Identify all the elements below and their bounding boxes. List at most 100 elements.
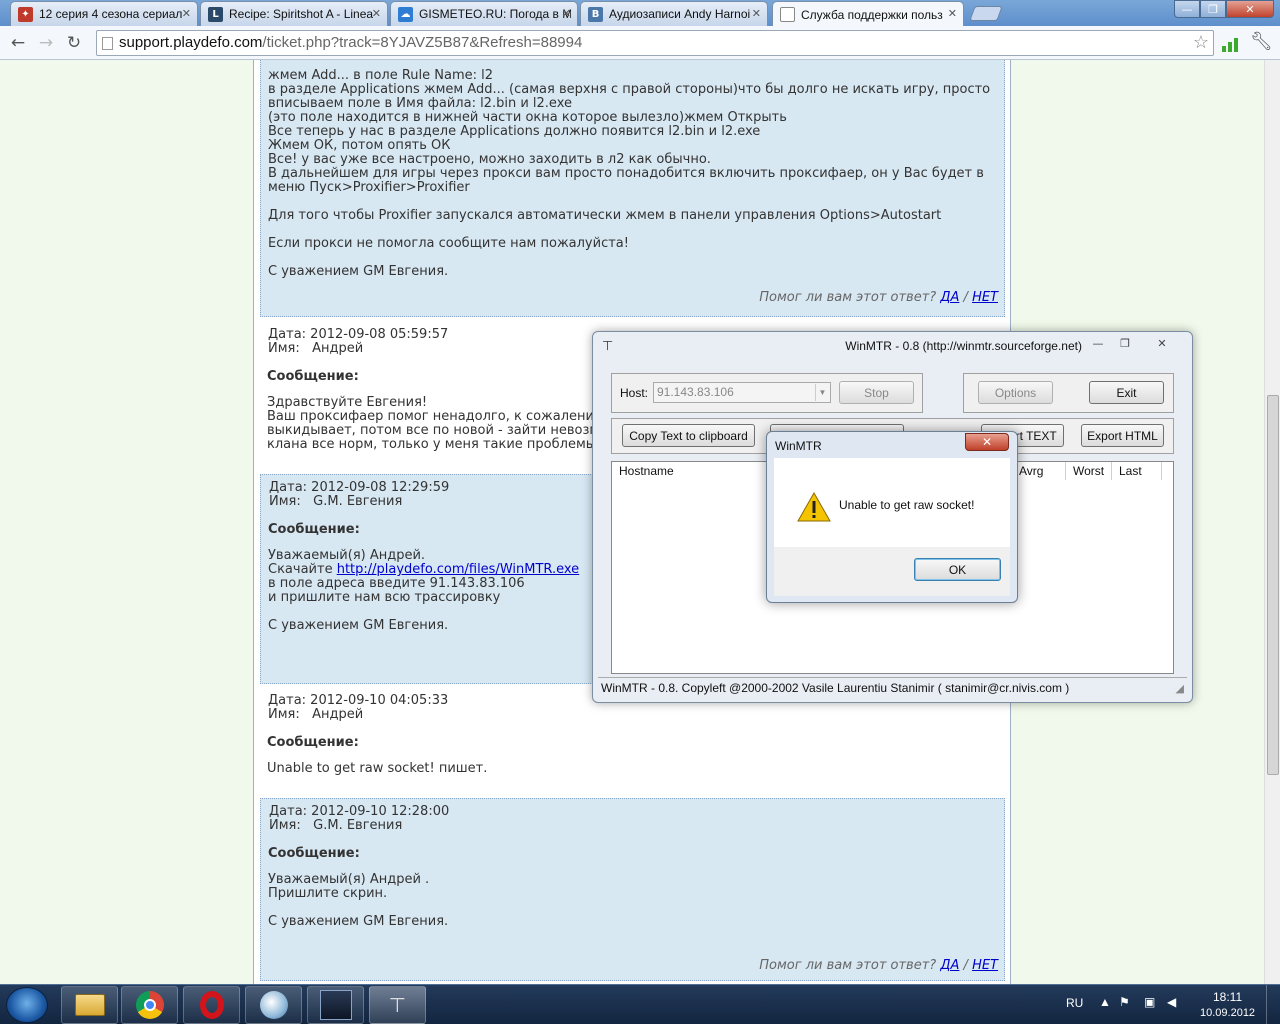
start-button[interactable]: [6, 987, 48, 1023]
stop-button[interactable]: Stop: [839, 381, 914, 404]
taskbar-lineage[interactable]: [307, 986, 364, 1024]
warning-icon: [797, 492, 831, 522]
winmtr-status-bar: WinMTR - 0.8. Copyleft @2000-2002 Vasile…: [598, 677, 1187, 697]
forward-button[interactable]: →: [34, 31, 58, 55]
chevron-down-icon[interactable]: ▼: [815, 384, 829, 401]
puzzle-icon: ✦: [18, 7, 33, 22]
message-body: Unable to get raw socket! пишет.: [267, 761, 488, 776]
column-last[interactable]: Last: [1112, 462, 1162, 480]
tab-title: Служба поддержки польз: [801, 7, 943, 22]
close-icon[interactable]: ✕: [562, 7, 571, 20]
page-icon: [102, 37, 113, 50]
helpful-no-link[interactable]: НЕТ: [972, 290, 998, 305]
clock-time[interactable]: 18:11: [1213, 990, 1242, 1004]
reload-button[interactable]: ↻: [62, 31, 86, 55]
ok-button[interactable]: OK: [914, 558, 1001, 581]
helpful-prompt: Помог ли вам этот ответ? ДА / НЕТ: [759, 959, 998, 973]
tab-3[interactable]: ☁ GISMETEO.RU: Погода в М ✕: [390, 1, 578, 26]
author-name: Андрей: [312, 341, 364, 356]
back-button[interactable]: ←: [6, 31, 30, 55]
reload-icon: ↻: [66, 33, 82, 53]
dialog-close-button[interactable]: ✕: [965, 433, 1009, 451]
language-indicator[interactable]: RU: [1066, 996, 1083, 1010]
clock-date[interactable]: 10.09.2012: [1200, 1007, 1255, 1019]
bookmark-star-icon[interactable]: ☆: [1193, 32, 1209, 53]
column-avrg[interactable]: Avrg: [1012, 462, 1066, 480]
browser-toolbar: ← → ↻ support.playdefo.com/ticket.php?tr…: [0, 26, 1280, 60]
name-label: Имя:: [269, 818, 301, 833]
maximize-button[interactable]: ❐: [1114, 336, 1136, 351]
dialog-title: WinMTR: [775, 439, 822, 453]
helpful-no-link[interactable]: НЕТ: [972, 958, 998, 973]
opera-icon: [199, 991, 224, 1019]
minimize-button[interactable]: —: [1174, 0, 1200, 18]
body-text: в поле адреса введите 91.143.83.106 и пр…: [268, 576, 525, 633]
maximize-button[interactable]: ❐: [1200, 0, 1226, 18]
taskbar-opera[interactable]: [183, 986, 240, 1024]
taskbar-explorer[interactable]: [61, 986, 118, 1024]
windows-taskbar: ⊤ RU ▲ ⚑ ▣ ◀︎ 18:11 10.09.2012: [0, 984, 1280, 1024]
close-icon[interactable]: ✕: [372, 7, 381, 20]
copy-text-button[interactable]: Copy Text to clipboard: [622, 424, 755, 447]
name-label: Имя:: [268, 341, 300, 356]
tab-5-active[interactable]: Служба поддержки польз ✕: [772, 1, 964, 27]
export-html-button[interactable]: Export HTML: [1081, 424, 1164, 447]
vk-icon: B: [588, 7, 603, 22]
tab-title: 12 серия 4 сезона сериал: [39, 7, 183, 21]
wrench-menu-icon[interactable]: 🔧︎: [1250, 31, 1273, 52]
tab-1[interactable]: ✦ 12 серия 4 сезона сериал ✕: [10, 1, 198, 26]
back-arrow-icon: ←: [10, 33, 26, 53]
resize-grip-icon[interactable]: ◢: [1176, 682, 1184, 695]
host-combobox[interactable]: 91.143.83.106 ▼: [653, 382, 831, 403]
exit-button[interactable]: Exit: [1089, 381, 1164, 404]
page-icon: [780, 7, 795, 22]
helpful-separator: /: [963, 958, 968, 973]
show-hidden-icons-icon[interactable]: ▲: [1099, 995, 1111, 1009]
forward-arrow-icon: →: [38, 33, 54, 53]
close-icon[interactable]: ✕: [948, 7, 957, 20]
name-label: Имя:: [268, 707, 300, 722]
tab-4[interactable]: B Аудиозаписи Andy Harnoi ✕: [580, 1, 768, 26]
dialog-footer: OK: [774, 547, 1010, 596]
close-window-button[interactable]: ✕: [1226, 0, 1274, 18]
scrollbar-thumb[interactable]: [1267, 395, 1279, 775]
status-text: WinMTR - 0.8. Copyleft @2000-2002 Vasile…: [601, 681, 1070, 695]
tab-2[interactable]: L Recipe: Spiritshot A - Linea ✕: [200, 1, 388, 26]
close-button[interactable]: ✕: [1151, 336, 1173, 351]
close-icon[interactable]: ✕: [182, 7, 191, 20]
network-icon[interactable]: ▣: [1144, 995, 1155, 1009]
volume-icon[interactable]: ◀︎: [1167, 995, 1176, 1009]
page-scrollbar[interactable]: [1264, 60, 1280, 986]
column-worst[interactable]: Worst: [1066, 462, 1112, 480]
helpful-separator: /: [963, 290, 968, 305]
close-icon[interactable]: ✕: [752, 7, 761, 20]
download-link[interactable]: http://playdefo.com/files/WinMTR.exe: [337, 562, 579, 577]
column-hostname[interactable]: Hostname: [612, 462, 772, 480]
taskbar-chrome[interactable]: [121, 986, 178, 1024]
show-desktop-button[interactable]: [1266, 985, 1280, 1024]
helpful-yes-link[interactable]: ДА: [940, 290, 959, 305]
message-body: Уважаемый(я) Андрей . Пришлите скрин. С …: [268, 872, 449, 929]
taskbar-skype[interactable]: [245, 986, 302, 1024]
new-tab-button[interactable]: [969, 6, 1003, 21]
lineage-icon: [319, 990, 352, 1020]
action-center-flag-icon[interactable]: ⚑: [1119, 995, 1130, 1009]
chrome-icon: [135, 991, 164, 1019]
options-button[interactable]: Options: [978, 381, 1053, 404]
helpful-text: Помог ли вам этот ответ?: [759, 290, 937, 305]
error-dialog: WinMTR ✕ Unable to get raw socket! OK: [766, 431, 1018, 603]
helpful-text: Помог ли вам этот ответ?: [759, 958, 937, 973]
author-name: G.M. Евгения: [313, 818, 403, 833]
message-author: Имя: G.M. Евгения: [268, 819, 997, 833]
name-label: Имя:: [269, 494, 301, 509]
helpful-yes-link[interactable]: ДА: [940, 958, 959, 973]
taskbar-winmtr[interactable]: ⊤: [369, 986, 426, 1024]
author-name: Андрей: [312, 707, 364, 722]
minimize-button[interactable]: —: [1087, 336, 1109, 351]
url-host: support.playdefo.com: [119, 34, 263, 51]
signal-extension-icon[interactable]: [1222, 34, 1240, 52]
host-label: Host:: [620, 386, 649, 400]
address-bar[interactable]: support.playdefo.com/ticket.php?track=8Y…: [96, 30, 1214, 56]
tab-title: Recipe: Spiritshot A - Linea: [229, 7, 374, 21]
host-value: 91.143.83.106: [657, 385, 734, 399]
